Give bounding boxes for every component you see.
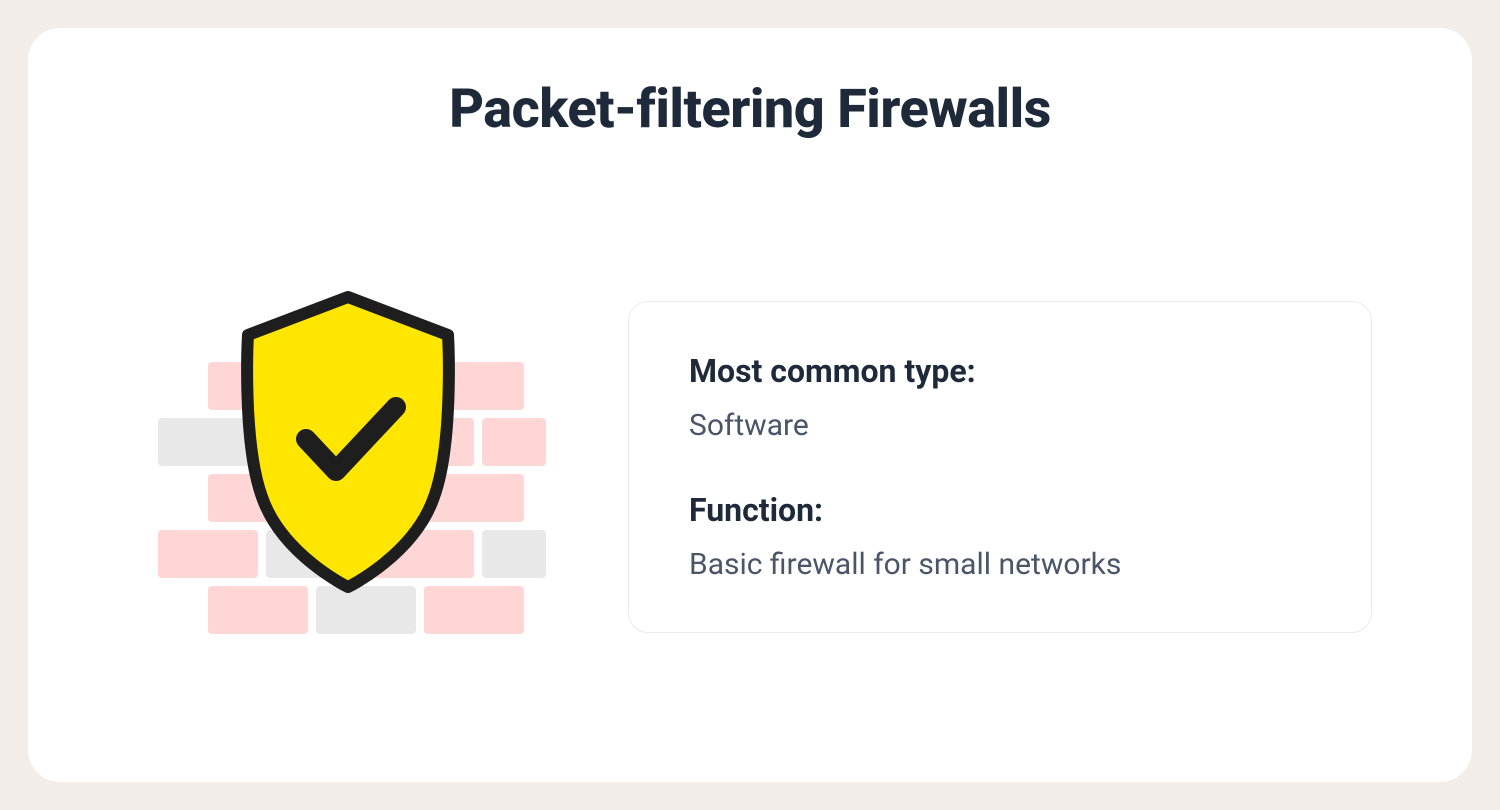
- card-title: Packet-filtering Firewalls: [88, 78, 1412, 141]
- info-label-function: Function:: [689, 491, 1311, 529]
- info-value-type: Software: [689, 408, 1311, 443]
- info-box: Most common type: Software Function: Bas…: [628, 301, 1372, 633]
- info-label-type: Most common type:: [689, 352, 1311, 390]
- firewall-info-card: Packet-filtering Firewalls: [28, 28, 1472, 782]
- content-row: Most common type: Software Function: Bas…: [88, 201, 1412, 732]
- info-value-function: Basic firewall for small networks: [689, 547, 1311, 582]
- firewall-shield-icon: [128, 257, 568, 677]
